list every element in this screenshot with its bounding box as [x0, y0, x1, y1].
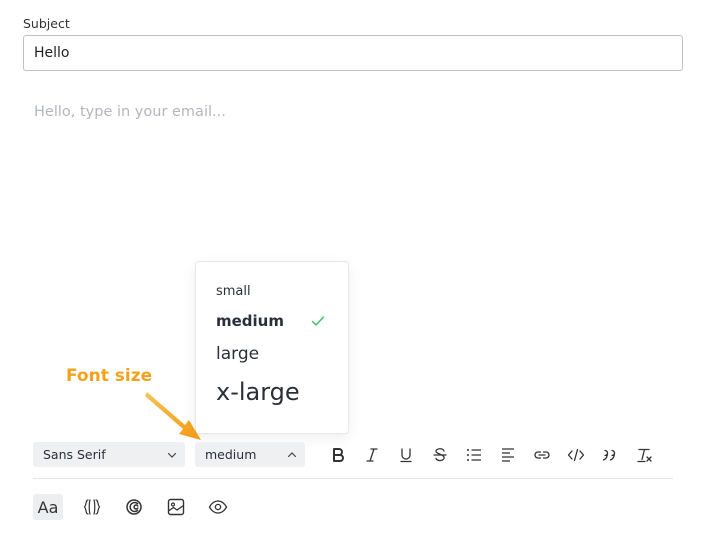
- variables-icon: [83, 499, 101, 515]
- italic-button[interactable]: [362, 445, 382, 465]
- link-button[interactable]: [532, 445, 552, 465]
- bullet-list-button[interactable]: [464, 445, 484, 465]
- check-icon: [311, 316, 325, 326]
- code-icon: [567, 448, 585, 462]
- italic-icon: [366, 448, 378, 462]
- bold-button[interactable]: [328, 445, 348, 465]
- signature-button[interactable]: [119, 494, 149, 520]
- clear-format-button[interactable]: [634, 445, 654, 465]
- font-size-value: medium: [205, 447, 257, 462]
- font-family-select[interactable]: Sans Serif: [33, 442, 185, 467]
- align-left-icon: [502, 448, 514, 462]
- font-size-dropdown: small medium large x-large: [195, 261, 349, 434]
- strikethrough-button[interactable]: [430, 445, 450, 465]
- strikethrough-icon: [433, 448, 447, 462]
- bold-icon: [333, 448, 344, 462]
- text-format-label: Aa: [37, 497, 59, 517]
- callout-arrow-icon: [145, 392, 201, 440]
- code-button[interactable]: [566, 445, 586, 465]
- font-size-option-large[interactable]: large: [216, 344, 259, 364]
- editor-toolbar: Sans Serif medium: [33, 442, 683, 467]
- font-size-option-medium[interactable]: medium: [216, 312, 284, 330]
- link-icon: [534, 451, 550, 459]
- subject-value: Hello: [34, 45, 70, 61]
- quote-button[interactable]: [600, 445, 620, 465]
- subject-input[interactable]: Hello: [23, 35, 683, 71]
- signature-icon: [126, 499, 142, 515]
- text-format-button[interactable]: Aa: [33, 494, 63, 520]
- font-size-option-x-large[interactable]: x-large: [216, 378, 300, 406]
- chevron-down-icon: [167, 452, 177, 458]
- image-button[interactable]: [161, 494, 191, 520]
- font-size-option-small[interactable]: small: [216, 284, 251, 299]
- align-left-button[interactable]: [498, 445, 518, 465]
- bullet-list-icon: [467, 449, 481, 461]
- font-family-value: Sans Serif: [43, 447, 106, 462]
- variables-button[interactable]: [77, 494, 107, 520]
- email-body-input[interactable]: Hello, type in your email...: [34, 104, 226, 120]
- eye-icon: [208, 500, 228, 514]
- quote-icon: [602, 449, 616, 461]
- font-size-callout: Font size: [66, 366, 153, 386]
- bottom-toolbar: Aa: [33, 494, 253, 520]
- chevron-up-icon: [287, 452, 297, 458]
- toolbar-divider: [33, 478, 673, 479]
- underline-button[interactable]: [396, 445, 416, 465]
- image-icon: [167, 498, 185, 516]
- font-size-select[interactable]: medium: [195, 442, 305, 467]
- underline-icon: [400, 448, 412, 463]
- clear-format-icon: [637, 448, 652, 463]
- preview-button[interactable]: [203, 494, 233, 520]
- subject-label: Subject: [23, 16, 70, 31]
